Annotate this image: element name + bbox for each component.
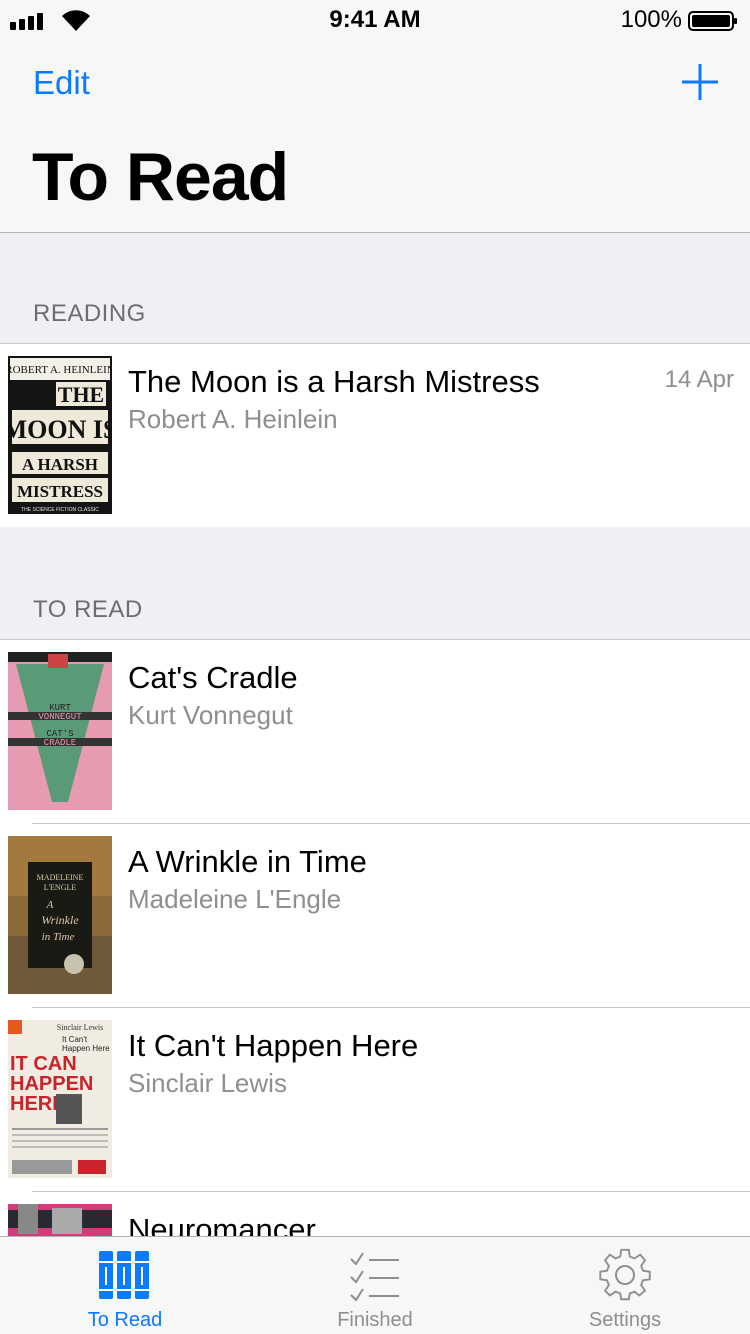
- book-cover-image: ROBERT A. HEINLEIN THE MOON IS A HARSH M…: [8, 356, 112, 514]
- battery-icon: [688, 11, 737, 31]
- to-read-list: KURT VONNEGUT CAT'S CRADLE Cat's Cradle …: [0, 639, 750, 1239]
- cover-line-3: A HARSH: [22, 455, 98, 474]
- cover-line-4: CRADLE: [44, 738, 76, 748]
- cover-line-1: MADELEINE: [37, 873, 84, 882]
- reading-list: ROBERT A. HEINLEIN THE MOON IS A HARSH M…: [0, 343, 750, 529]
- section-header-label: TO READ: [33, 596, 143, 623]
- cover-top-text: ROBERT A. HEINLEIN: [8, 364, 112, 376]
- book-cover-image: KURT VONNEGUT CAT'S CRADLE: [8, 652, 112, 810]
- cover-line-2: MOON IS: [8, 415, 112, 444]
- book-author: Robert A. Heinlein: [128, 404, 338, 434]
- book-date: 14 Apr: [664, 366, 734, 393]
- navigation-bar: Edit To Read: [0, 40, 750, 233]
- cover-tagline: THE SCIENCE FICTION CLASSIC: [21, 507, 99, 513]
- tab-to-read[interactable]: To Read: [0, 1237, 250, 1334]
- cover-line-2: It Can't: [62, 1035, 88, 1044]
- cover-line-5: in Time: [42, 931, 75, 943]
- books-icon: [99, 1251, 149, 1299]
- gear-icon: [599, 1248, 651, 1301]
- book-author: Sinclair Lewis: [128, 1068, 287, 1098]
- cover-line-5: HAPPEN: [10, 1073, 93, 1095]
- list-item[interactable]: MADELEINE L'ENGLE A Wrinkle in Time A Wr…: [0, 824, 750, 1008]
- cover-line-1: Sinclair Lewis: [57, 1023, 103, 1032]
- status-bar: 9:41 AM 100%: [0, 0, 750, 40]
- book-author: Madeleine L'Engle: [128, 884, 342, 914]
- book-title: A Wrinkle in Time: [128, 844, 367, 879]
- cover-line-4: IT CAN: [10, 1053, 77, 1075]
- list-item[interactable]: KURT VONNEGUT CAT'S CRADLE Cat's Cradle …: [0, 640, 750, 824]
- page-title: To Read: [32, 139, 289, 215]
- list-item[interactable]: Neuromancer: [0, 1192, 750, 1239]
- tab-label: To Read: [87, 1309, 163, 1331]
- section-header-reading: READING: [0, 233, 750, 344]
- section-header-label: READING: [33, 300, 146, 327]
- cover-line-2: L'ENGLE: [44, 883, 77, 892]
- cover-line-3: A: [46, 899, 54, 911]
- list-item[interactable]: ROBERT A. HEINLEIN THE MOON IS A HARSH M…: [0, 344, 750, 528]
- book-title: Neuromancer: [128, 1212, 316, 1239]
- cover-line-3: Happen Here: [62, 1044, 110, 1053]
- book-cover-image: [8, 1204, 112, 1239]
- list-item[interactable]: Sinclair Lewis It Can't Happen Here IT C…: [0, 1008, 750, 1192]
- cover-line-1: THE: [58, 382, 104, 407]
- section-header-to-read: TO READ: [0, 527, 750, 640]
- battery-percentage: 100%: [620, 6, 682, 33]
- tab-label: Settings: [588, 1309, 662, 1331]
- book-author: Kurt Vonnegut: [128, 700, 293, 730]
- book-title: Cat's Cradle: [128, 660, 298, 695]
- book-cover-image: MADELEINE L'ENGLE A Wrinkle in Time: [8, 836, 112, 994]
- cover-line-4: Wrinkle: [41, 913, 79, 927]
- cover-line-2: VONNEGUT: [38, 712, 82, 722]
- book-title: It Can't Happen Here: [128, 1028, 419, 1063]
- cover-line-4: MISTRESS: [17, 482, 103, 501]
- plus-icon[interactable]: [680, 62, 720, 102]
- checklist-icon: [350, 1252, 399, 1302]
- tab-bar: To Read Finished Settings: [0, 1236, 750, 1334]
- edit-button[interactable]: Edit: [33, 64, 90, 102]
- tab-finished[interactable]: Finished: [250, 1237, 500, 1334]
- book-title: The Moon is a Harsh Mistress: [128, 364, 540, 399]
- tab-label: Finished: [337, 1309, 413, 1331]
- book-cover-image: Sinclair Lewis It Can't Happen Here IT C…: [8, 1020, 112, 1178]
- tab-settings[interactable]: Settings: [500, 1237, 750, 1334]
